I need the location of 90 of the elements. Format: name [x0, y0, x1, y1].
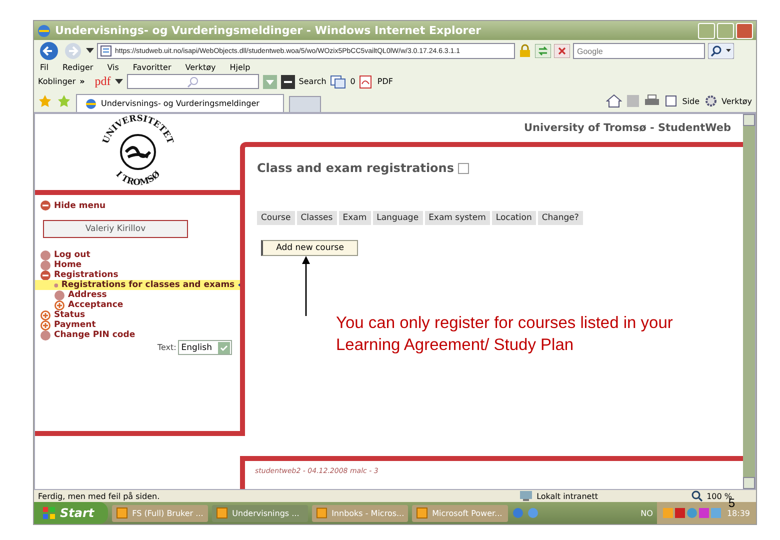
home-icon[interactable]	[606, 94, 622, 108]
bullet-icon	[40, 250, 51, 260]
page-icon	[100, 45, 112, 57]
search-field[interactable]	[126, 74, 259, 89]
menu-link[interactable]: Registrations	[54, 270, 118, 280]
browser-tab[interactable]: Undervisnings- og Vurderingsmeldinger	[76, 94, 284, 112]
pdf-button[interactable]: PDF	[377, 77, 393, 86]
refresh-icon[interactable]	[535, 44, 551, 58]
counter-button[interactable]: 0	[350, 77, 356, 86]
scrollbar[interactable]	[743, 114, 755, 489]
column-header: Change?	[538, 211, 583, 225]
collapse-icon[interactable]	[40, 270, 51, 280]
zoom-icon	[690, 490, 703, 502]
search-toolbar-button[interactable]: Search	[298, 77, 326, 86]
window-icon	[416, 507, 428, 519]
site-header: University of Tromsø - StudentWeb	[522, 121, 732, 136]
add-course-button[interactable]: Add new course	[261, 240, 358, 256]
command-button[interactable]: Verktøy	[722, 96, 752, 106]
browser-icon	[85, 98, 97, 110]
windows-icon	[330, 74, 346, 88]
network-icon	[518, 490, 533, 502]
expand-icon[interactable]	[40, 320, 51, 330]
menu-item[interactable]: Hjelp	[230, 63, 250, 72]
menu-link[interactable]: Log out	[54, 250, 90, 260]
page-title: Class and exam registrations	[257, 161, 454, 175]
scroll-up-button[interactable]	[743, 114, 755, 126]
zone-text: Lokalt intranett	[536, 492, 599, 500]
menu-link[interactable]: Registrations for classes and exams	[61, 280, 235, 290]
menu-link[interactable]: Address	[68, 290, 107, 300]
more-chevron[interactable]: »	[80, 77, 85, 86]
page-icon	[665, 95, 678, 107]
column-header: Location	[492, 211, 536, 225]
zoom-level[interactable]: 100 %	[706, 492, 732, 500]
menu-link[interactable]: Payment	[54, 320, 96, 330]
window-title: Undervisnings- og Vurderingsmeldinger - Windows Internet Explorer	[55, 24, 482, 37]
expand-icon[interactable]	[54, 300, 65, 310]
star-icon[interactable]	[38, 94, 52, 108]
new-tab-button[interactable]	[289, 96, 321, 112]
printer-icon[interactable]	[644, 94, 660, 108]
minimize-button[interactable]	[698, 22, 715, 38]
links-label: Koblinger	[38, 77, 76, 86]
menu-item[interactable]: Favoritter	[132, 63, 172, 72]
gear-icon	[704, 95, 717, 107]
menu-link[interactable]: Status	[54, 310, 86, 320]
menu-item[interactable]: Fil	[40, 63, 48, 72]
dropdown-icon[interactable]	[114, 78, 123, 84]
column-header: Exam	[338, 211, 371, 225]
menu-item[interactable]: Vis	[107, 63, 119, 72]
clock: 18:39	[726, 508, 750, 518]
menu-link[interactable]: Acceptance	[68, 300, 124, 310]
dropdown-icon[interactable]	[86, 48, 94, 54]
menu-link[interactable]: Home	[54, 260, 82, 270]
window-icon	[116, 507, 128, 519]
hide-menu-link[interactable]: Hide menu	[54, 200, 106, 210]
language-select[interactable]: English	[178, 340, 232, 355]
expand-icon[interactable]	[40, 310, 51, 320]
status-text: Ferdig, men med feil på siden.	[38, 492, 161, 500]
search-icon	[186, 76, 199, 88]
search-field[interactable]: Google	[573, 43, 705, 59]
browser-icon	[37, 24, 51, 38]
scroll-down-button[interactable]	[743, 477, 755, 489]
language-label: Text:	[157, 343, 176, 352]
note-text: You can only register for courses listed in your Learning Agreement/ Study Plan	[336, 313, 674, 356]
column-header: Exam system	[424, 211, 490, 225]
menu-item[interactable]: Rediger	[62, 63, 94, 72]
back-icon[interactable]	[38, 41, 60, 61]
arrow-drawing	[302, 256, 310, 316]
command-button[interactable]: Side	[682, 96, 700, 106]
windows-logo-icon	[42, 506, 56, 520]
collapse-icon[interactable]	[40, 200, 51, 211]
tray-icons-drawing	[662, 507, 723, 519]
column-header: Language	[372, 211, 423, 225]
add-favorite-icon[interactable]	[57, 94, 71, 108]
bullet-icon	[40, 330, 51, 340]
window-icon	[316, 507, 328, 519]
pdf-icon	[359, 74, 374, 88]
column-header: Classes	[296, 211, 337, 225]
lock-icon	[518, 44, 532, 58]
window-icon	[216, 507, 228, 519]
close-button[interactable]	[736, 22, 753, 38]
column-header: Course	[257, 211, 295, 225]
search-icon[interactable]	[708, 43, 734, 59]
menu-item[interactable]: Verktøy	[185, 63, 216, 72]
menu-link[interactable]: Change PIN code	[54, 330, 136, 340]
pdf-toolbar-button[interactable]: pdf	[94, 74, 111, 89]
maximize-button[interactable]	[717, 22, 734, 38]
bullet-icon	[40, 260, 51, 270]
user-button[interactable]: Valeriy Kirillov	[43, 220, 188, 238]
dropdown-icon	[218, 342, 230, 354]
stop-icon[interactable]	[554, 44, 570, 58]
